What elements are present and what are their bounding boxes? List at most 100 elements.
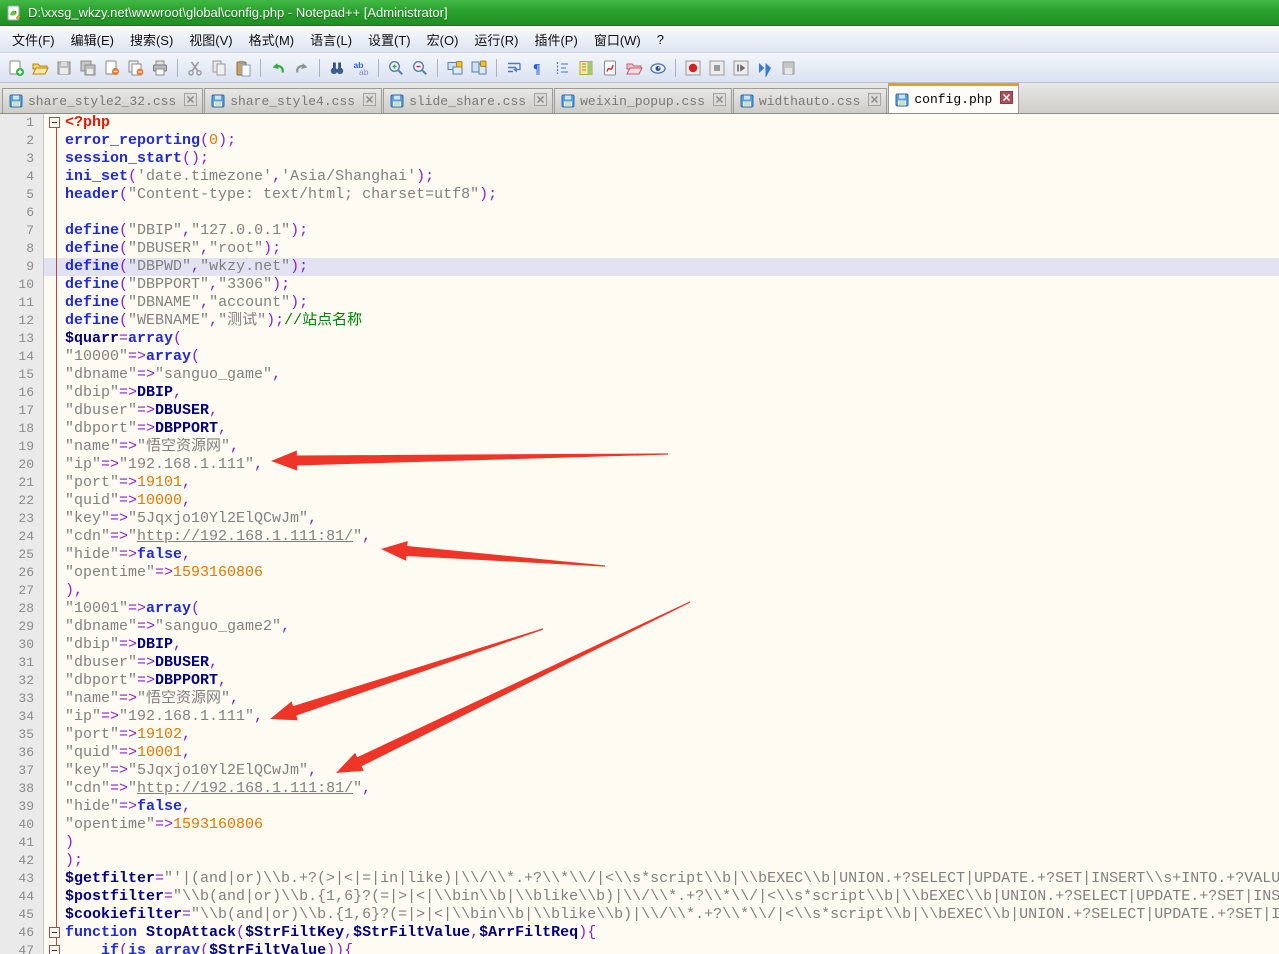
code-line-37[interactable]: 37"key"=>"5Jqxjo10Yl2ElQCwJm",	[0, 762, 1279, 780]
line-number[interactable]: 2	[0, 132, 44, 150]
line-number[interactable]: 11	[0, 294, 44, 312]
line-number[interactable]: 17	[0, 402, 44, 420]
line-number[interactable]: 36	[0, 744, 44, 762]
line-number[interactable]: 14	[0, 348, 44, 366]
close-all-button[interactable]	[125, 57, 147, 79]
line-number[interactable]: 4	[0, 168, 44, 186]
sync-horizontal-button[interactable]	[468, 57, 490, 79]
line-number[interactable]: 46	[0, 924, 44, 942]
fold-collapse-icon[interactable]	[49, 945, 60, 954]
line-number[interactable]: 30	[0, 636, 44, 654]
code-line-15[interactable]: 15"dbname"=>"sanguo_game",	[0, 366, 1279, 384]
line-number[interactable]: 38	[0, 780, 44, 798]
code-line-19[interactable]: 19"name"=>"悟空资源网",	[0, 438, 1279, 456]
code-line-43[interactable]: 43$getfilter="'|(and|or)\\b.+?(>|<|=|in|…	[0, 870, 1279, 888]
code-line-40[interactable]: 40"opentime"=>1593160806	[0, 816, 1279, 834]
line-number[interactable]: 9	[0, 258, 44, 276]
indent-guide-button[interactable]	[551, 57, 573, 79]
code-line-21[interactable]: 21"port"=>19101,	[0, 474, 1279, 492]
code-line-4[interactable]: 4ini_set('date.timezone','Asia/Shanghai'…	[0, 168, 1279, 186]
fold-collapse-icon[interactable]	[49, 927, 60, 938]
zoom-in-button[interactable]	[385, 57, 407, 79]
code-line-30[interactable]: 30"dbip"=>DBIP,	[0, 636, 1279, 654]
line-number[interactable]: 8	[0, 240, 44, 258]
function-list-button[interactable]	[599, 57, 621, 79]
code-line-17[interactable]: 17"dbuser"=>DBUSER,	[0, 402, 1279, 420]
macro-run-multi-button[interactable]	[754, 57, 776, 79]
code-line-44[interactable]: 44$postfilter="\\b(and|or)\\b.{1,6}?(=|>…	[0, 888, 1279, 906]
code-line-2[interactable]: 2error_reporting(0);	[0, 132, 1279, 150]
code-line-3[interactable]: 3session_start();	[0, 150, 1279, 168]
menu-item-edit[interactable]: 编辑(E)	[63, 26, 122, 53]
code-line-6[interactable]: 6	[0, 204, 1279, 222]
code-line-25[interactable]: 25"hide"=>false,	[0, 546, 1279, 564]
code-line-23[interactable]: 23"key"=>"5Jqxjo10Yl2ElQCwJm",	[0, 510, 1279, 528]
line-number[interactable]: 40	[0, 816, 44, 834]
line-number[interactable]: 27	[0, 582, 44, 600]
title-bar[interactable]: D:\xxsg_wkzy.net\wwwroot\global\config.p…	[0, 0, 1279, 26]
code-line-18[interactable]: 18"dbport"=>DBPPORT,	[0, 420, 1279, 438]
code-line-36[interactable]: 36"quid"=>10001,	[0, 744, 1279, 762]
open-file-button[interactable]	[29, 57, 51, 79]
code-line-9[interactable]: 9define("DBPWD","wkzy.net");	[0, 258, 1279, 276]
line-number[interactable]: 25	[0, 546, 44, 564]
menu-item-settings[interactable]: 设置(T)	[360, 26, 419, 53]
tab-close-icon[interactable]	[713, 93, 726, 110]
line-number[interactable]: 44	[0, 888, 44, 906]
line-number[interactable]: 24	[0, 528, 44, 546]
tab-close-icon[interactable]	[184, 93, 197, 110]
line-number[interactable]: 12	[0, 312, 44, 330]
code-line-31[interactable]: 31"dbuser"=>DBUSER,	[0, 654, 1279, 672]
code-line-12[interactable]: 12define("WEBNAME","测试");//站点名称	[0, 312, 1279, 330]
line-number[interactable]: 45	[0, 906, 44, 924]
paste-button[interactable]	[232, 57, 254, 79]
tab-close-icon[interactable]	[868, 93, 881, 110]
code-line-34[interactable]: 34"ip"=>"192.168.1.111",	[0, 708, 1279, 726]
undo-button[interactable]	[267, 57, 289, 79]
line-number[interactable]: 13	[0, 330, 44, 348]
menu-item-window[interactable]: 窗口(W)	[586, 26, 649, 53]
code-line-7[interactable]: 7define("DBIP","127.0.0.1");	[0, 222, 1279, 240]
line-number[interactable]: 16	[0, 384, 44, 402]
code-line-41[interactable]: 41)	[0, 834, 1279, 852]
tab-close-icon[interactable]	[1000, 91, 1013, 108]
line-number[interactable]: 43	[0, 870, 44, 888]
code-line-42[interactable]: 42);	[0, 852, 1279, 870]
line-number[interactable]: 6	[0, 204, 44, 222]
tab-share-style4-css[interactable]: share_style4.css	[204, 88, 382, 113]
code-line-46[interactable]: 46function StopAttack($StrFiltKey,$StrFi…	[0, 924, 1279, 942]
show-symbols-button[interactable]: ¶	[527, 57, 549, 79]
line-number[interactable]: 22	[0, 492, 44, 510]
line-number[interactable]: 31	[0, 654, 44, 672]
tab-close-icon[interactable]	[363, 93, 376, 110]
word-wrap-button[interactable]	[503, 57, 525, 79]
line-number[interactable]: 10	[0, 276, 44, 294]
line-number[interactable]: 41	[0, 834, 44, 852]
code-line-32[interactable]: 32"dbport"=>DBPPORT,	[0, 672, 1279, 690]
menu-item-search[interactable]: 搜索(S)	[122, 26, 181, 53]
line-number[interactable]: 3	[0, 150, 44, 168]
folder-workspace-button[interactable]	[623, 57, 645, 79]
line-number[interactable]: 42	[0, 852, 44, 870]
line-number[interactable]: 7	[0, 222, 44, 240]
doc-map-button[interactable]	[575, 57, 597, 79]
code-line-14[interactable]: 14"10000"=>array(	[0, 348, 1279, 366]
code-line-28[interactable]: 28"10001"=>array(	[0, 600, 1279, 618]
menu-item-format[interactable]: 格式(M)	[241, 26, 303, 53]
line-number[interactable]: 35	[0, 726, 44, 744]
line-number[interactable]: 37	[0, 762, 44, 780]
code-line-22[interactable]: 22"quid"=>10000,	[0, 492, 1279, 510]
line-number[interactable]: 15	[0, 366, 44, 384]
code-line-29[interactable]: 29"dbname"=>"sanguo_game2",	[0, 618, 1279, 636]
code-line-8[interactable]: 8define("DBUSER","root");	[0, 240, 1279, 258]
sync-vertical-button[interactable]	[444, 57, 466, 79]
menu-item-file[interactable]: 文件(F)	[4, 26, 63, 53]
fold-collapse-icon[interactable]	[49, 117, 60, 128]
line-number[interactable]: 26	[0, 564, 44, 582]
code-line-27[interactable]: 27),	[0, 582, 1279, 600]
line-number[interactable]: 29	[0, 618, 44, 636]
code-line-35[interactable]: 35"port"=>19102,	[0, 726, 1279, 744]
line-number[interactable]: 19	[0, 438, 44, 456]
line-number[interactable]: 20	[0, 456, 44, 474]
tab-share-style2-32-css[interactable]: share_style2_32.css	[2, 88, 203, 113]
